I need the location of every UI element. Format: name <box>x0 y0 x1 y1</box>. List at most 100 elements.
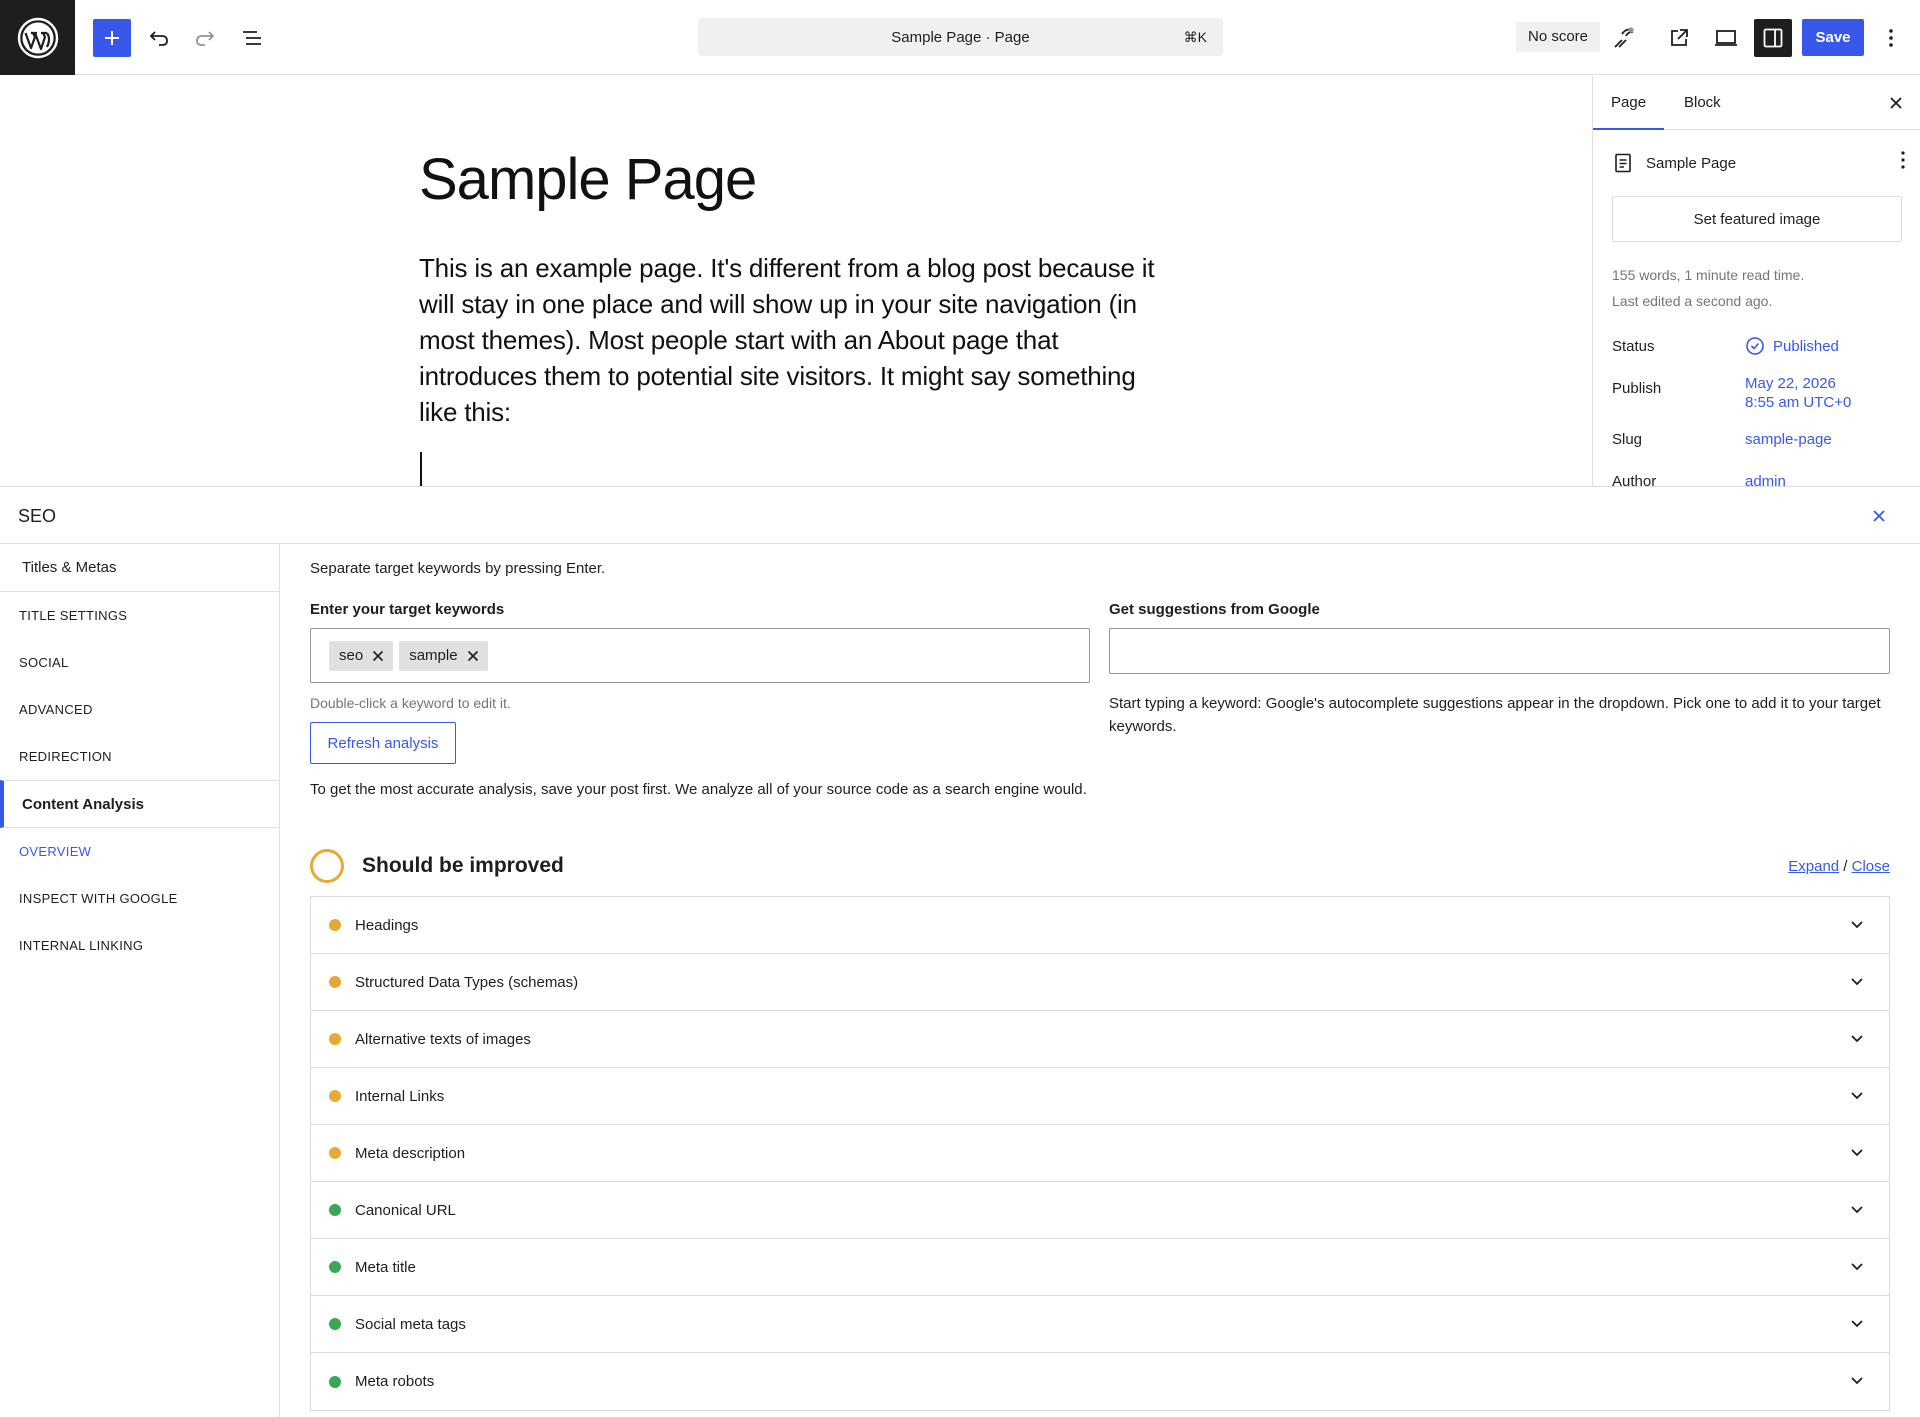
plus-icon <box>105 31 119 45</box>
command-bar-title: Sample Page · Page <box>891 28 1030 46</box>
check-label: Headings <box>355 916 419 934</box>
more-vertical-icon <box>1889 29 1893 47</box>
nav-social[interactable]: SOCIAL <box>0 639 279 686</box>
paragraph-block[interactable]: This is an example page. It's different … <box>419 250 1179 430</box>
list-view-icon <box>243 31 261 45</box>
close-seo-panel-button[interactable] <box>1868 505 1890 527</box>
expand-all-link[interactable]: Expand <box>1788 858 1839 875</box>
wordpress-logo-button[interactable] <box>0 0 75 75</box>
tab-block[interactable]: Block <box>1666 76 1739 130</box>
check-meta-robots[interactable]: Meta robots <box>311 1353 1889 1410</box>
analysis-checks-list: Headings Structured Data Types (schemas)… <box>310 896 1890 1411</box>
seo-panel-header: SEO <box>0 487 1920 544</box>
nav-titles-metas[interactable]: Titles & Metas <box>0 544 279 592</box>
check-structured-data[interactable]: Structured Data Types (schemas) <box>311 954 1889 1011</box>
chevron-down-icon <box>1851 1092 1863 1100</box>
close-sidebar-button[interactable] <box>1886 93 1906 113</box>
publish-date-button[interactable]: May 22, 2026 8:55 am UTC+0 <box>1745 374 1851 412</box>
word-count-text: 155 words, 1 minute read time. <box>1612 267 1805 283</box>
check-label: Structured Data Types (schemas) <box>355 973 579 991</box>
status-value: Published <box>1773 337 1839 355</box>
check-social-meta-tags[interactable]: Social meta tags <box>311 1296 1889 1353</box>
options-button[interactable] <box>1873 19 1909 57</box>
remove-keyword-icon[interactable] <box>466 649 480 663</box>
undo-icon <box>149 31 168 46</box>
author-value-button[interactable]: admin <box>1745 473 1786 486</box>
score-status-ring <box>310 849 344 883</box>
device-preview-button[interactable] <box>1707 19 1745 57</box>
command-palette-bar[interactable]: Sample Page · Page ⌘K <box>698 18 1223 56</box>
published-check-icon <box>1746 337 1764 355</box>
keyword-tag[interactable]: seo <box>329 640 394 671</box>
set-featured-image-button[interactable]: Set featured image <box>1612 196 1902 242</box>
nav-inspect-with-google[interactable]: INSPECT WITH GOOGLE <box>0 875 279 922</box>
google-suggestions-input[interactable] <box>1109 628 1890 674</box>
check-meta-description[interactable]: Meta description <box>311 1125 1889 1182</box>
document-summary: Sample Page <box>1612 152 1736 174</box>
sidebar-icon <box>1763 28 1783 48</box>
chevron-down-icon <box>1851 1377 1863 1385</box>
publish-time: 8:55 am UTC+0 <box>1745 394 1852 411</box>
nav-advanced[interactable]: ADVANCED <box>0 686 279 733</box>
save-button[interactable]: Save <box>1802 19 1864 56</box>
tab-page[interactable]: Page <box>1593 76 1664 130</box>
target-keywords-input[interactable]: seo sample <box>310 628 1090 683</box>
good-status-dot <box>329 1204 341 1216</box>
keyword-edit-hint: Double-click a keyword to edit it. <box>310 695 511 711</box>
quote-block-border[interactable] <box>420 452 422 486</box>
seo-navigation: Titles & Metas TITLE SETTINGS SOCIAL ADV… <box>0 544 280 1417</box>
chevron-down-icon <box>1851 1263 1863 1271</box>
publish-label: Publish <box>1612 380 1662 397</box>
redo-button[interactable] <box>186 19 224 57</box>
keyword-tag-label: seo <box>339 647 364 664</box>
chevron-down-icon <box>1851 1035 1863 1043</box>
nav-redirection[interactable]: REDIRECTION <box>0 733 279 780</box>
nav-overview[interactable]: OVERVIEW <box>0 828 279 875</box>
chevron-down-icon <box>1851 921 1863 929</box>
close-icon <box>1873 510 1885 522</box>
check-alt-texts[interactable]: Alternative texts of images <box>311 1011 1889 1068</box>
check-internal-links[interactable]: Internal Links <box>311 1068 1889 1125</box>
check-label: Meta title <box>355 1258 416 1276</box>
close-all-link[interactable]: Close <box>1852 858 1890 875</box>
page-icon <box>1615 153 1631 173</box>
external-link-icon <box>1671 29 1688 46</box>
editor-canvas[interactable]: Sample Page This is an example page. It'… <box>0 76 1592 486</box>
post-title[interactable]: Sample Page <box>419 146 757 213</box>
check-canonical-url[interactable]: Canonical URL <box>311 1182 1889 1239</box>
check-headings[interactable]: Headings <box>311 897 1889 954</box>
last-edited-text: Last edited a second ago. <box>1612 293 1773 309</box>
author-label: Author <box>1612 473 1657 486</box>
slug-value-button[interactable]: sample-page <box>1745 431 1832 448</box>
seo-plugin-button[interactable] <box>1605 19 1643 57</box>
add-block-button[interactable] <box>93 19 131 57</box>
remove-keyword-icon[interactable] <box>371 649 385 663</box>
refresh-analysis-button[interactable]: Refresh analysis <box>310 722 456 764</box>
document-actions-button[interactable] <box>1900 150 1906 170</box>
more-vertical-icon <box>1901 151 1905 169</box>
undo-button[interactable] <box>140 19 178 57</box>
warning-status-dot <box>329 976 341 988</box>
document-stats: 155 words, 1 minute read time. Last edit… <box>1612 262 1804 314</box>
slug-label: Slug <box>1612 431 1643 448</box>
redo-icon <box>196 31 215 46</box>
good-status-dot <box>329 1375 341 1388</box>
nav-internal-linking[interactable]: INTERNAL LINKING <box>0 922 279 969</box>
keyword-tag[interactable]: sample <box>399 640 488 671</box>
target-keywords-label: Enter your target keywords <box>310 601 505 618</box>
chevron-down-icon <box>1851 978 1863 986</box>
check-meta-title[interactable]: Meta title <box>311 1239 1889 1296</box>
publish-date: May 22, 2026 <box>1745 375 1836 392</box>
settings-sidebar-toggle[interactable] <box>1754 19 1792 57</box>
view-page-button[interactable] <box>1660 19 1698 57</box>
google-suggestions-label: Get suggestions from Google <box>1109 601 1320 618</box>
sidebar-tabs: Page Block <box>1593 76 1920 130</box>
nav-content-analysis[interactable]: Content Analysis <box>0 780 279 828</box>
document-overview-button[interactable] <box>233 19 271 57</box>
status-value-button[interactable]: Published <box>1745 336 1839 356</box>
expand-close-controls: Expand / Close <box>1788 858 1890 875</box>
seo-score-badge[interactable]: No score <box>1516 22 1601 52</box>
nav-title-settings[interactable]: TITLE SETTINGS <box>0 592 279 639</box>
document-title: Sample Page <box>1646 154 1737 172</box>
seo-metabox-panel: SEO Titles & Metas TITLE SETTINGS SOCIAL… <box>0 486 1920 1417</box>
